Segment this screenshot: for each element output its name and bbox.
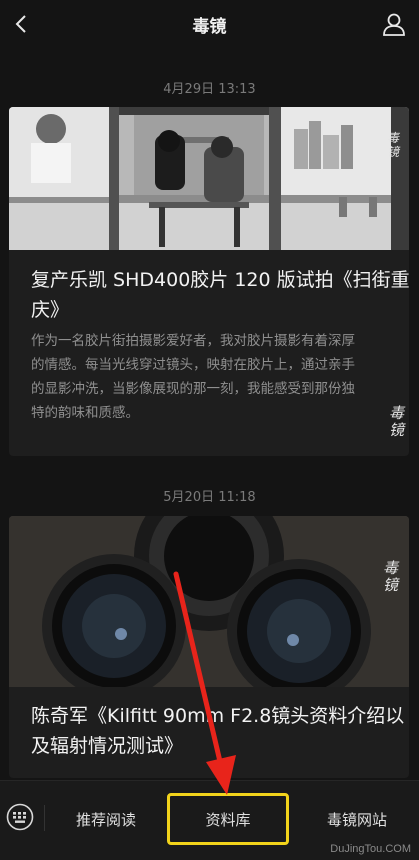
seal-watermark: 毒镜 [383, 559, 399, 594]
seal-watermark: 毒镜 [387, 131, 400, 159]
nav-divider [44, 805, 45, 831]
article-title: 复产乐凯 SHD400胶片 120 版试拍《扫街重 庆》 [31, 269, 409, 321]
keyboard-icon[interactable] [6, 803, 34, 831]
article-timestamp: 4月29日 13:13 [163, 82, 256, 97]
article-card[interactable]: 毒镜 陈奇军《Kilfitt 90mm F2.8镜头资料介绍以 及辐射情况测试》 [9, 516, 409, 778]
article-card[interactable]: 毒镜 复产乐凯 SHD400胶片 120 版试拍《扫街重 庆》 作为一名胶片街拍… [9, 107, 409, 456]
article-title: 陈奇军《Kilfitt 90mm F2.8镜头资料介绍以 及辐射情况测试》 [31, 705, 405, 757]
article-description: 作为一名胶片街拍摄影爱好者，我对胶片摄影有着深厚 的情感。每当光线穿过镜头，映射… [31, 333, 355, 421]
highlight-box [167, 793, 289, 845]
seal-watermark: 毒镜 [389, 404, 405, 439]
page-title: 毒镜 [192, 17, 227, 37]
article-cover-image [9, 516, 409, 687]
article-timestamp: 5月20日 11:18 [163, 490, 256, 505]
article-cover-image [9, 107, 409, 250]
nav-item-recommended-reading[interactable]: 推荐阅读 [50, 809, 162, 830]
nav-item-dujing-website[interactable]: 毒镜网站 [298, 809, 416, 830]
user-icon[interactable] [381, 11, 407, 37]
site-watermark: DuJingTou.COM [330, 843, 411, 855]
top-bar: 毒镜 [0, 0, 419, 48]
